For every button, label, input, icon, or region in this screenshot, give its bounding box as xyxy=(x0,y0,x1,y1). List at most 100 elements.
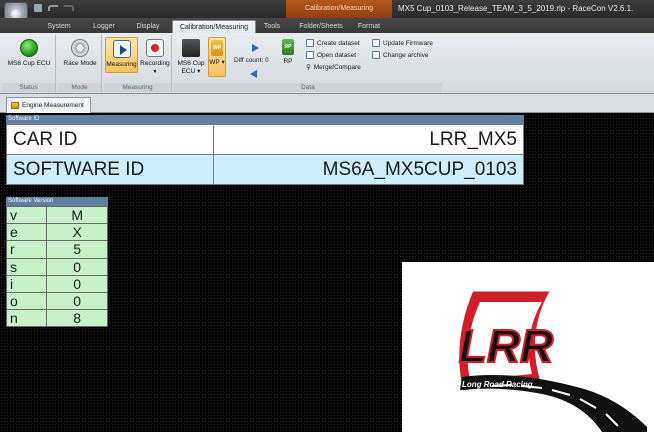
open-dataset-icon xyxy=(306,51,314,59)
context-tab-header: Calibration/Measuring xyxy=(286,0,392,18)
tab-display[interactable]: Display xyxy=(128,20,168,33)
table-row: SOFTWARE ID MS6A_MX5CUP_0103 xyxy=(6,154,524,185)
data-group: MS6 Cup ECU ▾ WP WP ▾ Diff count: 0 RP R… xyxy=(174,35,442,92)
table-row: s0 xyxy=(5,257,108,276)
logo-panel: LRR Long Road Racing xyxy=(402,262,654,432)
version-label: r xyxy=(5,240,48,259)
create-dataset-icon xyxy=(306,39,314,47)
merge-compare-label: Merge/Compare xyxy=(313,63,361,71)
open-dataset-label: Open dataset xyxy=(317,51,357,59)
logo-tagline: Long Road Racing xyxy=(462,380,533,389)
recording-button[interactable]: Recording ▼ xyxy=(139,37,171,76)
status-button-label: MS6 Cup ECU xyxy=(7,60,51,67)
version-label: i xyxy=(5,274,48,293)
create-dataset-button[interactable]: Create dataset xyxy=(306,39,360,47)
search-icon: ⚲ xyxy=(306,64,311,71)
version-value: 8 xyxy=(46,309,108,328)
arrow-right-icon[interactable] xyxy=(252,44,259,52)
rp-label: RP xyxy=(283,58,293,65)
table-row: CAR ID LRR_MX5 xyxy=(6,124,524,155)
ribbon: MS6 Cup ECU Status Race Mode Mode Measur… xyxy=(0,33,654,94)
play-icon xyxy=(112,40,131,58)
table-row: eX xyxy=(5,223,108,242)
sheet-icon xyxy=(11,102,19,109)
version-value: 0 xyxy=(46,257,108,276)
table-row: i0 xyxy=(5,274,108,293)
race-mode-label: Race Mode xyxy=(63,60,97,67)
version-label: o xyxy=(5,291,48,311)
version-value: M xyxy=(46,205,108,225)
logo-letters: LRR xyxy=(459,320,554,372)
race-mode-icon xyxy=(71,39,89,57)
change-archive-label: Change archive xyxy=(383,51,429,59)
tab-logger[interactable]: Logger xyxy=(84,20,124,33)
car-id-label: CAR ID xyxy=(6,124,214,155)
software-id-label: SOFTWARE ID xyxy=(6,154,214,185)
version-value: 0 xyxy=(46,291,108,311)
title-bar: Calibration/Measuring MX5 Cup_0103_Relea… xyxy=(0,0,654,26)
open-dataset-button[interactable]: Open dataset xyxy=(306,51,356,59)
table-row: vM xyxy=(5,205,108,225)
software-version-table: vM eX r5 s0 i0 o0 n8 xyxy=(5,205,108,328)
table-row: o0 xyxy=(5,291,108,311)
chevron-down-icon: ▼ xyxy=(152,69,158,75)
measuring-button[interactable]: Measuring xyxy=(105,37,138,73)
wp-dropdown[interactable]: WP WP ▾ xyxy=(208,37,226,77)
measuring-group: Measuring Recording ▼ Measuring xyxy=(104,35,172,92)
quick-access-toolbar xyxy=(34,4,74,12)
measuring-label: Measuring xyxy=(106,61,137,68)
undo-icon[interactable] xyxy=(48,5,58,11)
table-row: r5 xyxy=(5,240,108,259)
measuring-group-label: Measuring xyxy=(104,83,171,92)
version-value: 0 xyxy=(46,274,108,293)
software-id-panel-title: Software ID xyxy=(6,115,524,124)
ms6-cup-ecu-dropdown[interactable]: MS6 Cup ECU ▾ xyxy=(176,37,206,76)
version-label: v xyxy=(5,205,48,225)
version-value: X xyxy=(46,223,108,242)
table-row: n8 xyxy=(5,309,108,328)
tab-calibration-measuring[interactable]: Calibration/Measuring xyxy=(172,20,256,33)
ecu-icon xyxy=(182,39,200,57)
lrr-logo: LRR Long Road Racing xyxy=(456,288,647,432)
race-mode-button[interactable]: Race Mode xyxy=(60,37,100,68)
tab-engine-measurement[interactable]: Engine Measurement xyxy=(6,97,91,113)
rp-icon: RP xyxy=(282,39,294,55)
version-value: 5 xyxy=(46,240,108,259)
software-id-value: MS6A_MX5CUP_0103 xyxy=(213,154,524,185)
version-label: n xyxy=(5,309,48,328)
wp-dropdown-label: WP ▾ xyxy=(209,59,225,66)
redo-icon[interactable] xyxy=(64,5,74,11)
mode-group: Race Mode Mode xyxy=(58,35,102,92)
tab-system[interactable]: System xyxy=(38,20,80,33)
wp-icon: WP xyxy=(211,40,223,56)
data-group-label: Data xyxy=(174,83,442,92)
update-firmware-button[interactable]: Update Firmware xyxy=(372,39,433,47)
ribbon-tab-row: System Logger Display Calibration/Measur… xyxy=(0,18,654,33)
update-firmware-icon xyxy=(372,39,380,47)
ms6-cup-ecu-status-button[interactable]: MS6 Cup ECU xyxy=(4,37,54,68)
software-version-panel-title: Software Version xyxy=(6,197,108,206)
rp-button[interactable]: RP RP xyxy=(278,37,298,66)
document-tab-strip: Engine Measurement xyxy=(0,94,654,113)
arrow-left-icon[interactable] xyxy=(250,70,257,78)
car-id-value: LRR_MX5 xyxy=(213,124,524,155)
tab-tools[interactable]: Tools xyxy=(258,20,286,33)
tab-format[interactable]: Format xyxy=(352,20,386,33)
status-group: MS6 Cup ECU Status xyxy=(2,35,56,92)
change-archive-icon xyxy=(372,51,380,59)
tab-folder-sheets[interactable]: Folder/Sheets xyxy=(294,20,348,33)
software-id-table: CAR ID LRR_MX5 SOFTWARE ID MS6A_MX5CUP_0… xyxy=(6,124,524,185)
doc-tab-label: Engine Measurement xyxy=(22,102,84,109)
version-label: e xyxy=(5,223,48,242)
change-archive-button[interactable]: Change archive xyxy=(372,51,429,59)
mode-group-label: Mode xyxy=(58,83,101,92)
ecu-dropdown-label: MS6 Cup ECU ▾ xyxy=(177,60,205,75)
save-icon[interactable] xyxy=(34,4,42,12)
recording-label: Recording xyxy=(140,60,170,67)
diff-count: Diff count: 0 xyxy=(234,57,269,64)
create-dataset-label: Create dataset xyxy=(317,39,360,47)
version-label: s xyxy=(5,257,48,276)
status-light-icon xyxy=(20,39,38,57)
merge-compare-button[interactable]: ⚲ Merge/Compare xyxy=(306,63,361,72)
window-title: MX5 Cup_0103_Release_TEAM_3_5_2019.rlp -… xyxy=(398,4,634,13)
